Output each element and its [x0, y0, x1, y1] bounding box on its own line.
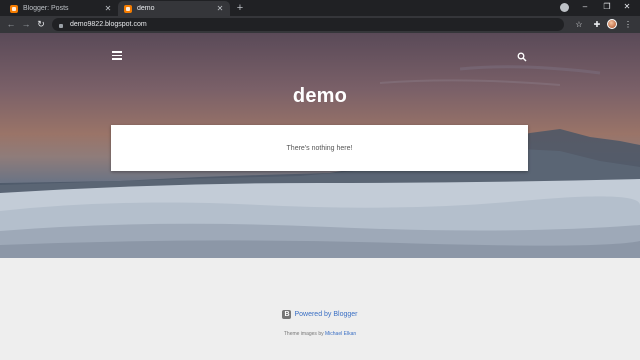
blogger-favicon-icon [10, 4, 18, 13]
tab-blogger-posts[interactable]: Blogger: Posts ✕ [4, 1, 118, 16]
theme-credits: Theme images by Michael Elkan [0, 331, 640, 337]
tab-title: demo [137, 5, 155, 12]
powered-by-text[interactable]: Powered by Blogger [294, 311, 357, 318]
tab-demo[interactable]: demo ✕ [118, 1, 230, 16]
address-bar[interactable]: demo9822.blogspot.com [52, 18, 564, 31]
bookmark-star-icon[interactable]: ☆ [574, 19, 584, 30]
lock-icon [58, 22, 64, 28]
browser-chrome: Blogger: Posts ✕ demo ✕ + – ❐ ✕ ← → ↻ de… [0, 0, 640, 33]
tab-strip: Blogger: Posts ✕ demo ✕ + – ❐ ✕ [0, 0, 640, 16]
profile-avatar[interactable] [607, 19, 617, 29]
reload-icon[interactable]: ↻ [35, 18, 47, 30]
forward-arrow-icon[interactable]: → [20, 18, 32, 30]
back-arrow-icon[interactable]: ← [5, 18, 17, 30]
maximize-button[interactable]: ❐ [600, 1, 614, 13]
tab-search-icon[interactable] [560, 3, 569, 12]
theme-credits-prefix: Theme images by [283, 331, 324, 337]
blog-footer: Powered by Blogger Theme images by Micha… [0, 258, 640, 360]
minimize-button[interactable]: – [578, 1, 592, 13]
extensions-puzzle-icon[interactable]: ✚ [592, 19, 602, 30]
more-options-icon[interactable]: ⋮ [623, 19, 633, 30]
hamburger-menu-icon[interactable] [112, 51, 122, 60]
close-window-button[interactable]: ✕ [620, 1, 634, 13]
tab-title: Blogger: Posts [23, 5, 69, 12]
empty-message: There's nothing here! [286, 144, 353, 152]
search-icon[interactable] [517, 52, 527, 62]
blog-title[interactable]: demo [0, 85, 640, 108]
tab-close-icon[interactable]: ✕ [216, 4, 224, 13]
blogger-favicon-icon [124, 4, 132, 13]
blogger-logo-icon [282, 310, 292, 319]
browser-toolbar: ← → ↻ demo9822.blogspot.com ☆ ✚ ⋮ [0, 16, 640, 33]
tab-close-icon[interactable]: ✕ [104, 4, 112, 13]
theme-author-link[interactable]: Michael Elkan [325, 331, 356, 337]
powered-by-blogger-link[interactable]: Powered by Blogger [0, 310, 640, 319]
empty-posts-card: There's nothing here! [111, 125, 528, 171]
new-tab-button[interactable]: + [235, 2, 245, 14]
url-text[interactable]: demo9822.blogspot.com [70, 21, 147, 28]
